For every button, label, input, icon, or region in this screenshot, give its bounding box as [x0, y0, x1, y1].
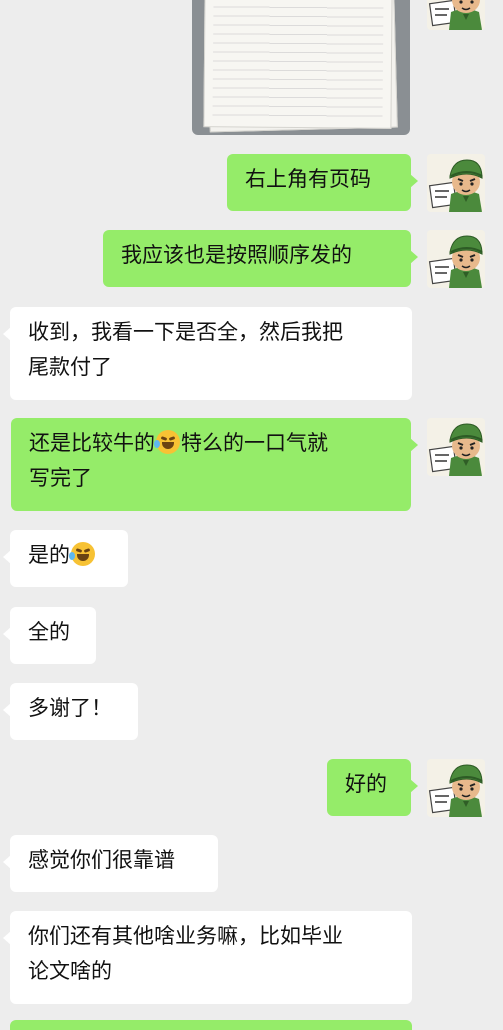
avatar[interactable] — [427, 418, 485, 476]
message-bubble-incoming[interactable]: 是的 — [3, 530, 128, 587]
message-text: 多谢了！ — [28, 696, 112, 720]
message-text: 是的 — [28, 543, 70, 567]
message-bubble-outgoing[interactable]: 好的 — [327, 759, 418, 816]
message-text: 右上角有页码 — [245, 167, 371, 191]
message-text: 还是比较牛的 — [29, 431, 155, 455]
laugh-cry-emoji-icon — [69, 542, 95, 566]
message-text-after: 特么的一口气就 — [181, 431, 328, 455]
cartoon-soldier-avatar-icon — [427, 759, 485, 817]
message-text-line2: 尾款付了 — [28, 355, 112, 379]
message-bubble-outgoing[interactable]: 右上角有页码 — [227, 154, 418, 211]
message-text: 好的 — [345, 772, 387, 796]
cartoon-soldier-avatar-icon — [427, 230, 485, 288]
message-bubble-partial[interactable] — [10, 1020, 412, 1030]
message-bubble-outgoing[interactable]: 还是比较牛的 特么的一口气就 写完了 — [11, 418, 418, 511]
message-text: 你们还有其他啥业务嘛，比如毕业 — [28, 924, 343, 948]
message-bubble-outgoing[interactable]: 我应该也是按照顺序发的 — [103, 230, 418, 287]
avatar[interactable] — [427, 230, 485, 288]
cartoon-soldier-avatar-icon — [427, 418, 485, 476]
message-bubble-incoming[interactable]: 多谢了！ — [3, 683, 138, 740]
shared-photo-image[interactable] — [192, 0, 410, 135]
message-text: 感觉你们很靠谱 — [28, 848, 175, 872]
message-bubble-incoming[interactable]: 感觉你们很靠谱 — [3, 835, 218, 892]
message-text: 全的 — [28, 620, 70, 644]
laugh-cry-emoji-icon — [154, 430, 180, 454]
cartoon-soldier-avatar-icon — [427, 0, 485, 30]
avatar[interactable] — [427, 759, 485, 817]
avatar[interactable] — [427, 0, 485, 30]
message-text: 我应该也是按照顺序发的 — [121, 243, 352, 267]
paper-sheet-top — [203, 0, 393, 129]
message-bubble-incoming[interactable]: 收到，我看一下是否全，然后我把 尾款付了 — [3, 307, 412, 400]
avatar[interactable] — [427, 154, 485, 212]
cartoon-soldier-avatar-icon — [427, 154, 485, 212]
message-text-line2: 写完了 — [29, 466, 92, 490]
message-bubble-incoming[interactable]: 你们还有其他啥业务嘛，比如毕业 论文啥的 — [3, 911, 412, 1004]
message-text: 收到，我看一下是否全，然后我把 — [28, 320, 343, 344]
message-bubble-incoming[interactable]: 全的 — [3, 607, 96, 664]
message-text-line2: 论文啥的 — [28, 959, 112, 983]
